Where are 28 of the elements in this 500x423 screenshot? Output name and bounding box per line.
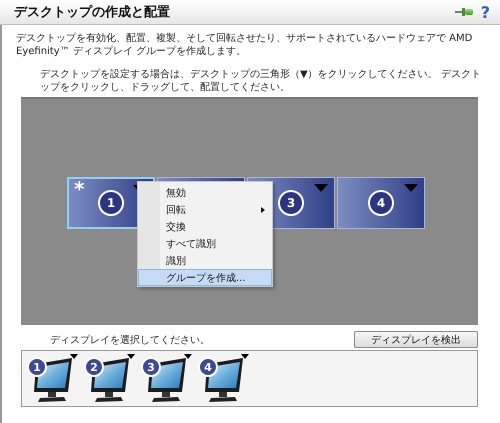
pin-icon[interactable] [454, 6, 473, 18]
display-number: 1 [27, 357, 47, 377]
menu-item[interactable]: すべて識別 [138, 235, 272, 252]
dropdown-triangle-icon[interactable] [127, 354, 135, 359]
display-number: 2 [84, 357, 104, 377]
submenu-arrow-icon [261, 207, 265, 213]
select-prompt: ディスプレイを選択してください。 [50, 334, 210, 346]
page-title: デスクトップの作成と配置 [14, 4, 170, 21]
dropdown-triangle-icon[interactable] [184, 354, 192, 359]
desktop-number: 3 [278, 190, 304, 216]
display-number: 3 [141, 357, 161, 377]
menu-item[interactable]: 識別 [138, 252, 272, 269]
detect-displays-button[interactable]: ディスプレイを検出 [354, 331, 478, 348]
display-item[interactable]: 4 [199, 354, 249, 404]
desktop-number: 4 [368, 190, 394, 216]
instruction-text: デスクトップを設定する場合は、デスクトップの三角形（▼）をクリックしてください。 デスクトップをクリックし、ドラッグして、配置してください。 [39, 68, 482, 94]
display-item[interactable]: 1 [28, 354, 78, 404]
desktop-tile[interactable]: 4 [337, 177, 425, 229]
display-number: 4 [198, 357, 218, 377]
display-item[interactable]: 2 [85, 354, 135, 404]
menu-item[interactable]: グループを作成... [138, 269, 272, 286]
desktop-number: 1 [98, 190, 124, 216]
description-text: デスクトップを有効化、配置、複製、そして回転させたり、サポートされているハードウェアで AMD Eyefinity™ ディスプレイ グループを作成します。 [15, 32, 474, 58]
help-button[interactable]: ? [480, 2, 490, 22]
dropdown-triangle-icon[interactable] [70, 354, 78, 359]
primary-marker: * [74, 179, 84, 199]
display-item[interactable]: 3 [142, 354, 192, 404]
dropdown-triangle-icon[interactable] [241, 354, 249, 359]
